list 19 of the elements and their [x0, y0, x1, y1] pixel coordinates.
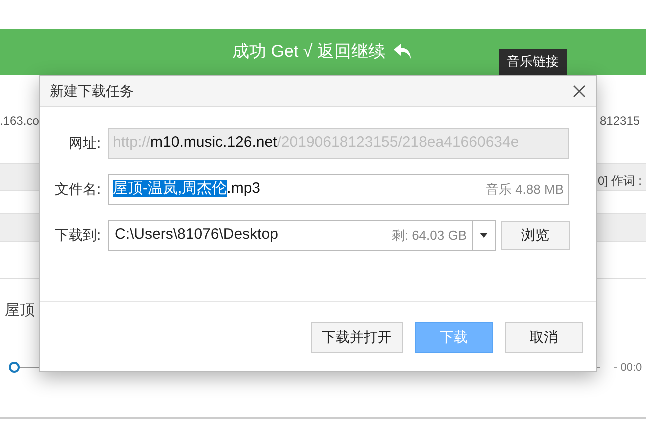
dialog-title: 新建下载任务 — [50, 82, 134, 100]
url-label: 网址: — [68, 134, 102, 153]
song-title: 屋顶 — [5, 301, 35, 321]
time-text: - 00:0 — [614, 361, 642, 376]
dropdown-button[interactable] — [473, 220, 496, 251]
lyric-text: 0] 作词 : — [598, 173, 642, 190]
close-icon[interactable] — [573, 84, 586, 98]
destination-field[interactable]: C:\Users\81076\Desktop 剩: 64.03 GB — [108, 220, 473, 251]
browse-button[interactable]: 浏览 — [501, 221, 570, 250]
caret-icon — [480, 233, 488, 238]
filename-field[interactable]: 屋顶-温岚,周杰伦.mp3 音乐 4.88 MB — [108, 174, 569, 205]
url-text: .163.co — [0, 113, 40, 130]
dialog-button[interactable]: 下载并打开 — [311, 322, 403, 353]
slider-thumb[interactable] — [9, 362, 20, 373]
music-link-button[interactable]: 音乐链接 — [499, 49, 567, 75]
destination-label: 下载到: — [54, 226, 102, 245]
url-text: 812315 — [600, 113, 640, 130]
dialog-button[interactable]: 取消 — [505, 322, 583, 353]
filename-label: 文件名: — [54, 180, 102, 199]
